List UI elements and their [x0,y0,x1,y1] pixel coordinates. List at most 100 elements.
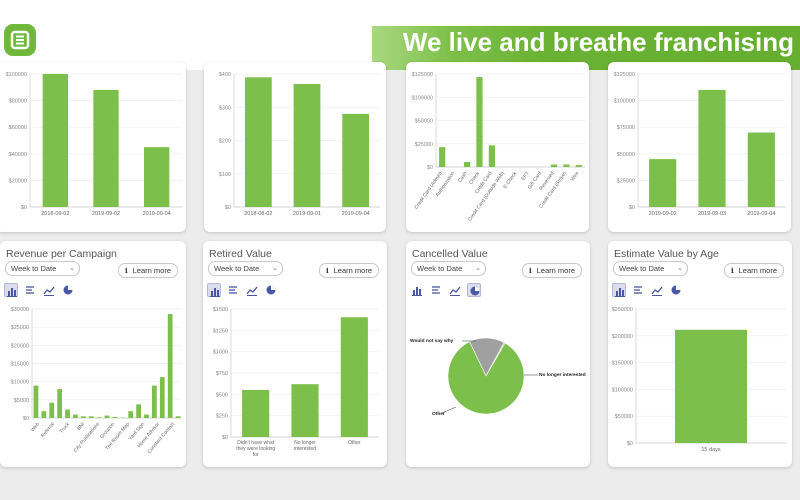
y-tick-label: $60000 [9,125,27,131]
bar [575,165,582,167]
y-tick-label: $1000 [213,350,228,356]
bar [244,77,272,207]
info-icon: i [325,266,329,275]
date-range-select[interactable]: Week to Date ⌄ [613,261,688,276]
x-tick-label: 2019-09-04 [143,211,171,217]
line-chart-icon[interactable] [245,283,259,297]
top-card-3-chart: $0$25000$50000$100000$125000Credit Card … [412,72,585,223]
bar [175,416,181,418]
bar [242,389,270,437]
info-icon: i [730,266,734,275]
learn-more-button[interactable]: i Learn more [521,263,582,278]
bar [340,317,368,437]
top-card-1: $0 $20000 $40000 $60000 $80000 $100000 2018-09… [0,62,186,232]
y-tick-label: $0 [225,205,231,211]
y-tick-label: $40000 [9,152,27,158]
bar [439,147,446,167]
list-icon[interactable] [226,283,240,297]
bar-chart-icon[interactable] [207,283,221,297]
y-tick-label: $25000 [415,142,433,148]
x-tick-label: No longer interested [294,440,316,452]
bar [65,409,70,418]
pie-chart-icon[interactable] [61,283,75,297]
learn-more-button[interactable]: i Learn more [723,263,784,278]
y-tick-label: $200 [219,139,231,145]
x-tick-label: Didn't have what they were looking for [236,440,275,458]
y-tick-label: $25000 [617,178,635,184]
top-card-2-chart: $0 $100 $200 $300 $400 2018-08-02 2019-09-01 20… [219,72,380,217]
x-tick-label: Web [30,421,41,433]
y-tick-label: $15000 [11,362,29,368]
line-chart-icon[interactable] [650,283,664,297]
bar [128,411,134,418]
date-range-select[interactable]: Week to Date ⌄ [208,261,283,276]
bar [93,89,119,207]
bar [291,384,319,437]
bar [698,89,726,207]
y-tick-label: $250 [216,414,228,420]
pie-chart-icon[interactable] [669,283,683,297]
bar [80,416,86,418]
x-tick-label: 15 days [701,447,721,453]
learn-more-label: Learn more [738,266,777,275]
bar [42,74,68,207]
y-tick-label: $300 [219,105,231,111]
x-tick-label: 2019-09-02 [649,211,677,217]
slice-label: Would not say why [410,338,454,344]
select-value: Week to Date [417,264,463,273]
info-icon: i [528,266,532,275]
y-tick-label: $0 [627,441,633,447]
bar [152,385,157,418]
y-tick-label: $100000 [612,387,633,393]
date-range-select[interactable]: Week to Date ⌄ [5,261,80,276]
learn-more-button[interactable]: i Learn more [117,263,178,278]
tagline-text: We live and breathe franchising [402,27,794,57]
bar [649,159,677,207]
revenue-per-campaign-chart: $0 $5000 $10000 $15000 $20000 $25000 $30000 Web… [11,307,182,455]
date-range-select[interactable]: Week to Date ⌄ [411,261,486,276]
bar-chart-icon[interactable] [410,283,424,297]
pie-chart-icon[interactable] [467,283,481,297]
y-tick-label: $10000 [11,380,29,386]
x-tick-label: Wire [570,171,581,183]
bar [88,416,94,418]
y-tick-label: $125000 [412,72,433,78]
pie-chart-icon[interactable] [264,283,278,297]
top-card-3: $0 $25000 $50000 $100000 $125000 Credit Card … [406,62,589,232]
bar [136,404,141,418]
top-bar: We live and breathe franchising [0,0,800,70]
list-icon[interactable] [631,283,645,297]
bar [747,132,775,207]
chevron-down-icon: ⌄ [677,265,683,272]
card-revenue-per-campaign: Revenue per Campaign Week to Date ⌄ i Lear… [0,241,186,467]
bar-chart-icon[interactable] [612,283,626,297]
card-retired-value: Retired Value Week to Date ⌄ i Learn more … [203,241,387,467]
bar [159,377,165,418]
y-tick-label: $100 [219,172,231,178]
logo-icon[interactable] [4,24,36,56]
y-tick-label: $0 [427,165,433,171]
chevron-down-icon: ⌄ [475,265,481,272]
x-tick-label: Other [348,440,361,446]
learn-more-label: Learn more [333,266,372,275]
chevron-down-icon: ⌄ [69,265,75,272]
bar [463,162,471,167]
line-chart-icon[interactable] [42,283,56,297]
bar-chart-icon[interactable] [4,283,18,297]
x-tick-label: 2019-09-04 [342,211,370,217]
bar [167,314,173,418]
list-icon[interactable] [23,283,37,297]
card-title: Revenue per Campaign [6,248,117,260]
select-value: Week to Date [11,264,57,273]
learn-more-button[interactable]: i Learn more [318,263,379,278]
bar [488,145,495,167]
bar [144,147,170,207]
bar [675,329,747,443]
line-chart-icon[interactable] [448,283,462,297]
x-tick-label: Constant Contact [147,421,177,455]
x-tick-label: 2018-09-02 [41,211,69,217]
y-tick-label: $1500 [213,307,228,313]
list-icon[interactable] [429,283,443,297]
y-tick-label: $20000 [9,178,27,184]
card-title: Estimate Value by Age [614,248,719,260]
